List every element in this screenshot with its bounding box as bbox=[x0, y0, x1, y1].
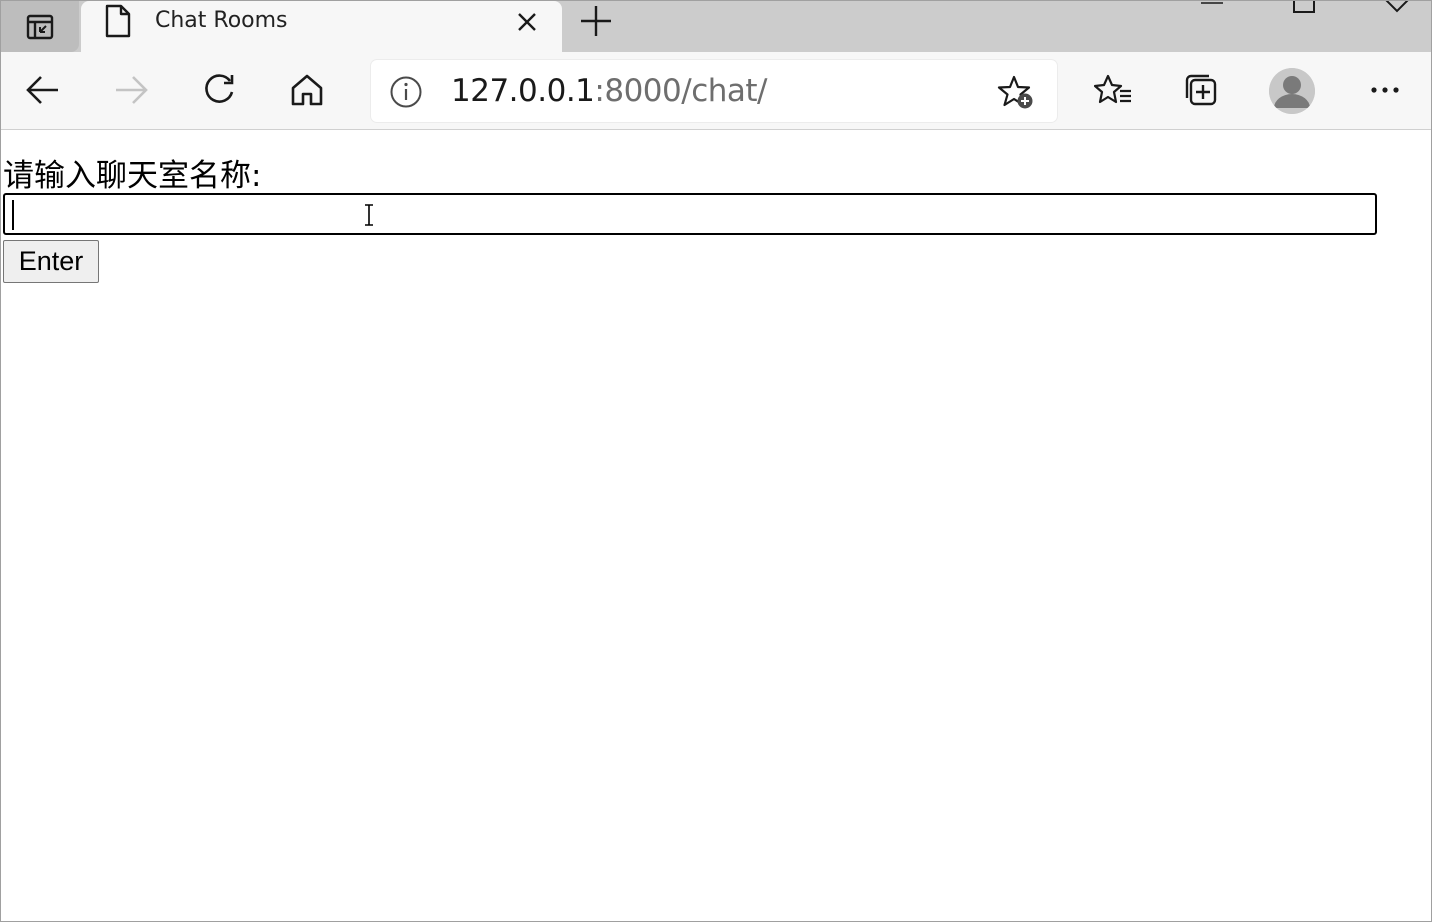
close-icon[interactable] bbox=[515, 10, 539, 34]
tab-actions-button[interactable] bbox=[1, 1, 79, 52]
tab-title: Chat Rooms bbox=[155, 8, 288, 33]
tab-actions-icon bbox=[26, 14, 54, 39]
back-arrow-icon bbox=[26, 76, 58, 104]
forward-arrow-icon bbox=[116, 76, 148, 104]
refresh-icon bbox=[205, 74, 234, 103]
collections-button[interactable] bbox=[1181, 70, 1221, 110]
text-caret bbox=[12, 200, 14, 230]
refresh-button[interactable] bbox=[199, 70, 239, 110]
home-icon bbox=[291, 74, 323, 106]
forward-button[interactable] bbox=[111, 70, 151, 110]
star-add-icon[interactable] bbox=[997, 74, 1035, 110]
page-content: 请输入聊天室名称: Enter bbox=[1, 130, 1431, 921]
enter-button[interactable]: Enter bbox=[3, 240, 99, 283]
back-button[interactable] bbox=[23, 70, 63, 110]
address-bar[interactable]: 127.0.0.1:8000/chat/ bbox=[371, 60, 1057, 122]
url-text[interactable]: 127.0.0.1:8000/chat/ bbox=[451, 73, 767, 109]
text-cursor-icon bbox=[365, 204, 373, 226]
collections-icon bbox=[1185, 74, 1217, 106]
maximize-icon[interactable] bbox=[1289, 1, 1319, 15]
home-button[interactable] bbox=[287, 70, 327, 110]
more-icon bbox=[1371, 87, 1399, 93]
room-name-label: 请输入聊天室名称: bbox=[3, 158, 262, 194]
browser-toolbar: 127.0.0.1:8000/chat/ bbox=[1, 52, 1431, 130]
avatar[interactable] bbox=[1269, 68, 1315, 114]
url-host: 127.0.0.1 bbox=[451, 73, 595, 109]
favorites-icon bbox=[1094, 74, 1131, 104]
tab-chat-rooms[interactable]: Chat Rooms bbox=[81, 1, 562, 52]
favorites-button[interactable] bbox=[1093, 70, 1133, 110]
page-icon bbox=[105, 4, 131, 38]
minimize-icon[interactable] bbox=[1197, 1, 1227, 15]
room-name-input[interactable] bbox=[3, 193, 1377, 235]
plus-icon[interactable] bbox=[579, 4, 613, 38]
window-close-icon[interactable] bbox=[1381, 1, 1411, 15]
profile-icon bbox=[1269, 68, 1315, 114]
tab-strip: Chat Rooms bbox=[1, 1, 1431, 52]
more-button[interactable] bbox=[1365, 70, 1405, 110]
url-path: :8000/chat/ bbox=[594, 73, 767, 109]
info-icon[interactable] bbox=[389, 75, 423, 109]
browser-window: Chat Rooms 127.0.0.1:8000/chat/ 请输入聊天室名称… bbox=[0, 0, 1432, 922]
